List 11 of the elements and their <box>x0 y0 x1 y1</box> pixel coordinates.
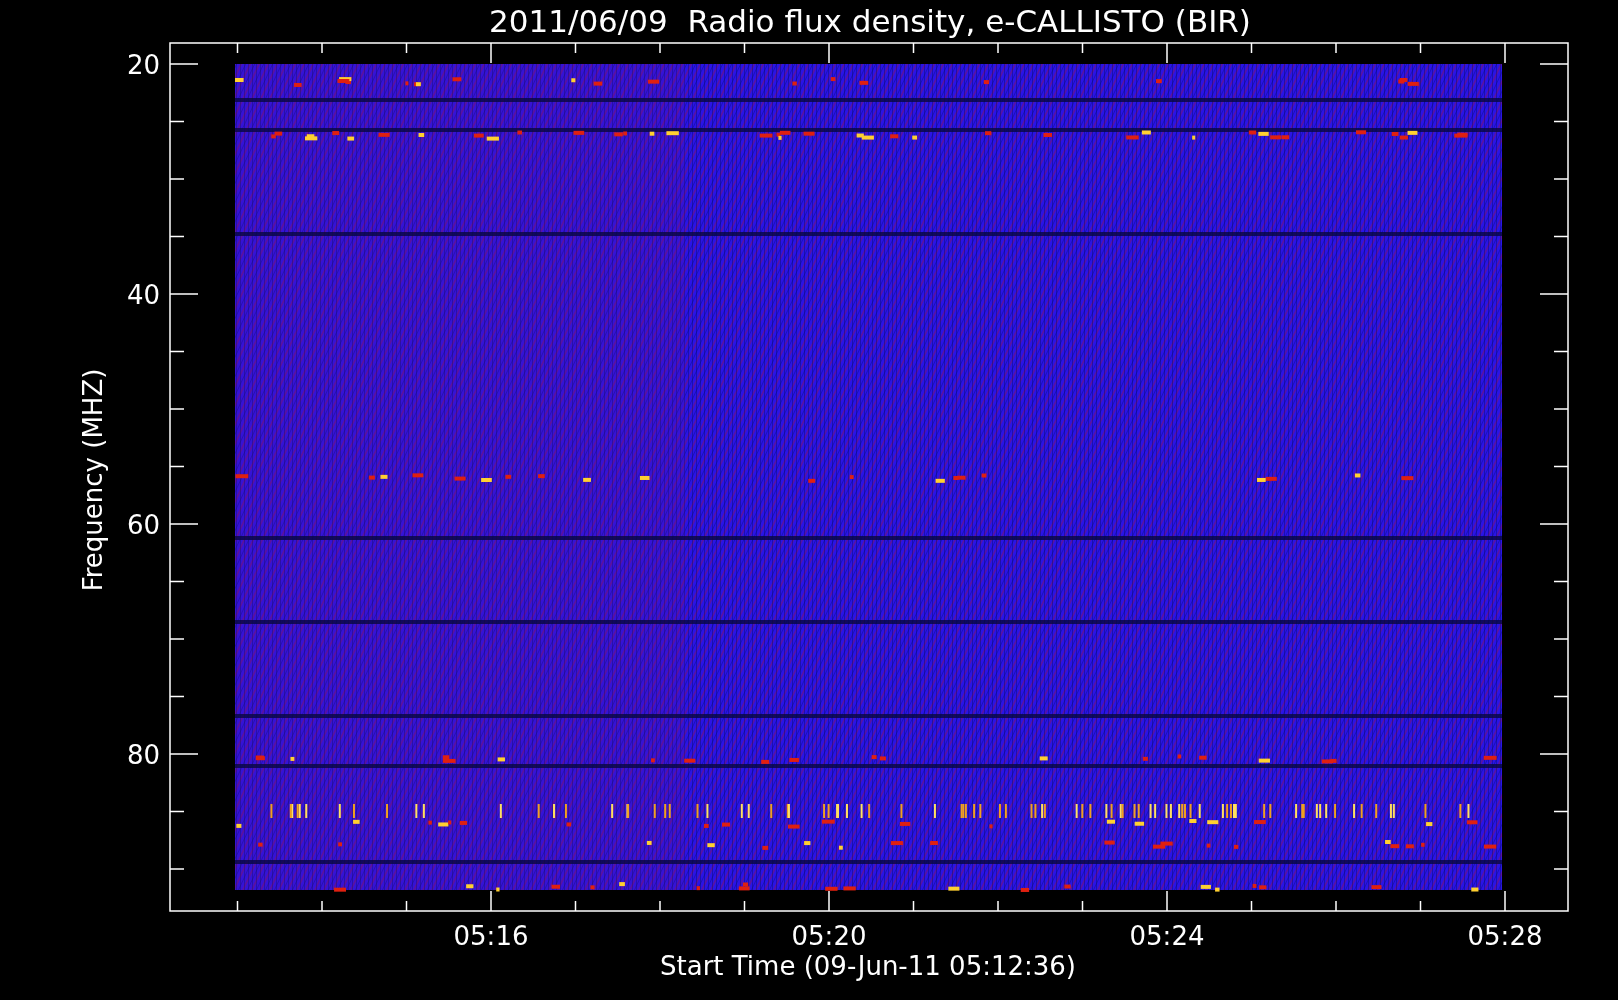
chart-title: 2011/06/09 Radio flux density, e-CALLISTO (BIR) <box>489 3 1251 39</box>
y-tick-label: 80 <box>126 740 160 770</box>
y-tick-label: 60 <box>126 510 160 540</box>
x-axis-label: Start Time (09-Jun-11 05:12:36) <box>660 951 1076 981</box>
y-tick-label: 40 <box>126 280 160 310</box>
y-axis-label: Frequency (MHZ) <box>78 368 108 592</box>
x-tick-label: 05:16 <box>453 921 529 951</box>
x-tick-label: 05:28 <box>1467 921 1543 951</box>
y-tick-label: 20 <box>126 50 160 80</box>
x-tick-label: 05:24 <box>1129 921 1205 951</box>
x-tick-label: 05:20 <box>791 921 867 951</box>
